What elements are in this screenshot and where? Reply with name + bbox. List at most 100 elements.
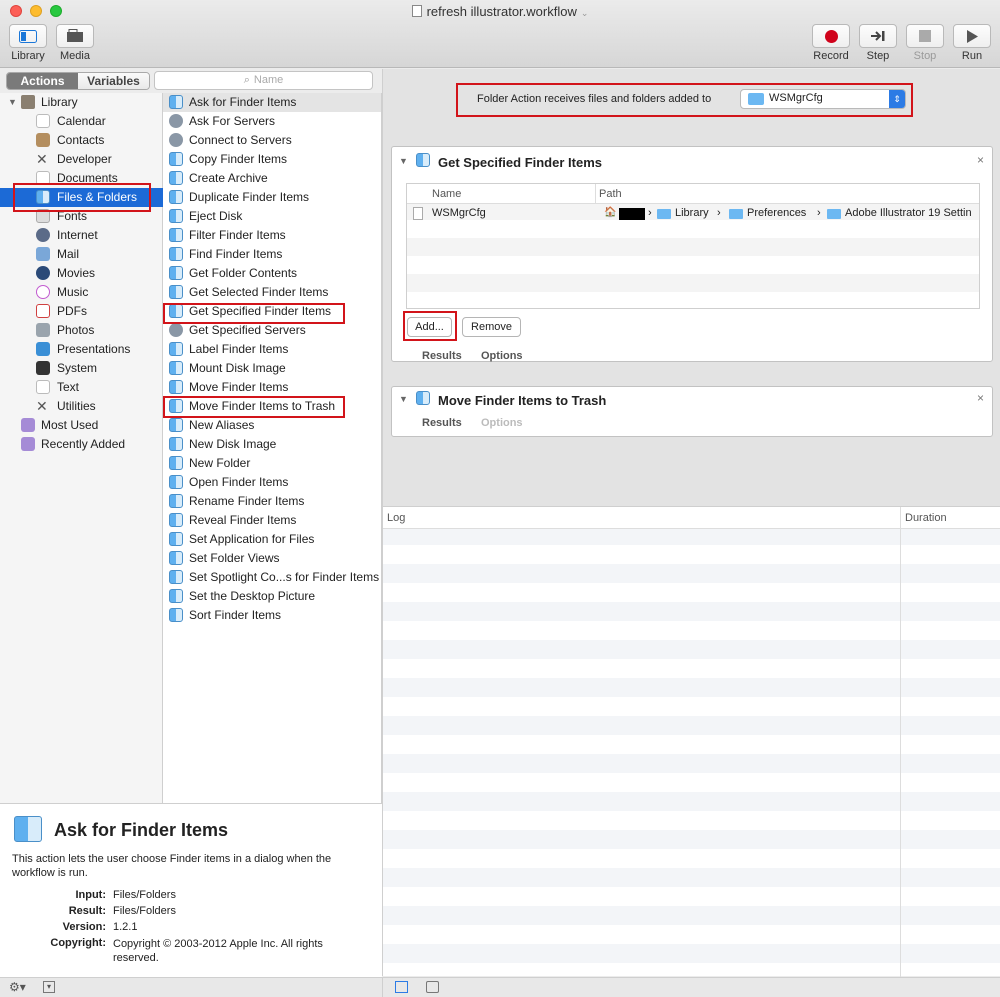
action-item[interactable]: Set the Desktop Picture: [163, 587, 381, 606]
action-item[interactable]: Ask for Finder Items: [163, 93, 381, 112]
step-button[interactable]: [859, 24, 897, 48]
finder-icon: [169, 589, 183, 603]
tab-actions[interactable]: Actions: [7, 73, 78, 89]
highlight-box: [163, 303, 345, 324]
sidebar-item-presentations[interactable]: Presentations: [0, 340, 163, 359]
action-card-get-specified-finder-items: ▼ Get Specified Finder Items × Name Path…: [391, 146, 993, 362]
finder-icon: [169, 456, 183, 470]
action-item[interactable]: Mount Disk Image: [163, 359, 381, 378]
library-toggle-button[interactable]: [9, 24, 47, 48]
action-item[interactable]: New Folder: [163, 454, 381, 473]
text-icon: [36, 380, 50, 394]
result-label: Result:: [68, 905, 106, 917]
smart-folder-icon: [21, 437, 35, 451]
action-item[interactable]: Sort Finder Items: [163, 606, 381, 625]
sidebar-item-calendar[interactable]: Calendar: [0, 112, 163, 131]
card-title: Get Specified Finder Items: [438, 155, 602, 170]
sidebar-item-photos[interactable]: Photos: [0, 321, 163, 340]
action-item[interactable]: Filter Finder Items: [163, 226, 381, 245]
split-view-icon[interactable]: [426, 981, 439, 993]
file-icon: [413, 207, 423, 220]
sidebar-item-movies[interactable]: Movies: [0, 264, 163, 283]
action-item[interactable]: Create Archive: [163, 169, 381, 188]
remove-button[interactable]: Remove: [462, 317, 521, 337]
sidebar-item-internet[interactable]: Internet: [0, 226, 163, 245]
record-button[interactable]: [812, 24, 850, 48]
tab-variables[interactable]: Variables: [78, 73, 149, 89]
stop-button[interactable]: [906, 24, 944, 48]
workflow-bottom-bar: [382, 977, 1000, 997]
library-bottom-bar: ⚙▾ ▾: [0, 977, 382, 997]
action-item[interactable]: Get Folder Contents: [163, 264, 381, 283]
library-header: Actions Variables ⌕ Name: [0, 69, 382, 93]
list-view-icon[interactable]: [395, 981, 408, 993]
folder-action-popup[interactable]: WSMgrCfg ⇕: [740, 89, 906, 109]
action-item[interactable]: Set Folder Views: [163, 549, 381, 568]
sidebar-item-utilities[interactable]: ✕ Utilities: [0, 397, 163, 416]
description-body: This action lets the user choose Finder …: [12, 853, 332, 879]
sidebar-item-contacts[interactable]: Contacts: [0, 131, 163, 150]
action-item[interactable]: Set Application for Files: [163, 530, 381, 549]
action-item[interactable]: Get Selected Finder Items: [163, 283, 381, 302]
sidebar-item-pdfs[interactable]: PDFs: [0, 302, 163, 321]
copyright-label: Copyright:: [50, 937, 106, 949]
close-icon[interactable]: ×: [977, 391, 984, 405]
results-tab[interactable]: Results: [422, 350, 462, 362]
input-label: Input:: [75, 889, 106, 901]
sidebar-item-system[interactable]: System: [0, 359, 163, 378]
window-title[interactable]: refresh illustrator.workflow ⌄: [0, 4, 1000, 19]
finder-icon: [169, 209, 183, 223]
close-icon[interactable]: ×: [977, 153, 984, 167]
action-item[interactable]: Duplicate Finder Items: [163, 188, 381, 207]
mail-icon: [36, 247, 50, 261]
options-tab[interactable]: Options: [481, 350, 523, 362]
action-description-pane: Ask for Finder Items This action lets th…: [0, 803, 382, 977]
action-item[interactable]: Reveal Finder Items: [163, 511, 381, 530]
finder-icon: [169, 342, 183, 356]
table-row[interactable]: WSMgrCfg 🏠 › Library › Preferences › Ado…: [407, 205, 979, 223]
options-tab[interactable]: Options: [481, 417, 523, 429]
sidebar-item-text[interactable]: Text: [0, 378, 163, 397]
finder-icon: [169, 247, 183, 261]
sidebar-item-developer[interactable]: ✕ Developer: [0, 150, 163, 169]
action-item[interactable]: Move Finder Items: [163, 378, 381, 397]
collapse-triangle-icon[interactable]: ▼: [399, 156, 408, 166]
sidebar-item-most-used[interactable]: Most Used: [0, 416, 163, 435]
search-input[interactable]: ⌕ Name: [154, 71, 373, 90]
folder-icon: [657, 209, 671, 219]
disclosure-triangle-icon[interactable]: ▼: [8, 93, 17, 112]
step-icon: [871, 31, 885, 41]
path-separator-icon: ›: [648, 207, 652, 219]
highlight-box: [13, 183, 151, 212]
action-item[interactable]: Label Finder Items: [163, 340, 381, 359]
input-value: Files/Folders: [113, 889, 176, 901]
workflow-area: Folder Action receives files and folders…: [382, 69, 1000, 506]
version-value: 1.2.1: [113, 921, 138, 933]
sidebar-item-music[interactable]: Music: [0, 283, 163, 302]
collapse-triangle-icon[interactable]: ▼: [399, 394, 408, 404]
run-button[interactable]: [953, 24, 991, 48]
action-item[interactable]: Connect to Servers: [163, 131, 381, 150]
action-item[interactable]: Rename Finder Items: [163, 492, 381, 511]
action-item[interactable]: New Aliases: [163, 416, 381, 435]
action-item[interactable]: Ask For Servers: [163, 112, 381, 131]
action-item[interactable]: New Disk Image: [163, 435, 381, 454]
description-toggle-icon[interactable]: ▾: [43, 981, 55, 993]
action-item[interactable]: Set Spotlight Co...s for Finder Items: [163, 568, 381, 587]
action-item[interactable]: Copy Finder Items: [163, 150, 381, 169]
library-segmented-control: Actions Variables: [6, 72, 150, 90]
highlight-box: [163, 396, 345, 418]
gear-icon[interactable]: ⚙▾: [9, 980, 26, 994]
sidebar-item-mail[interactable]: Mail: [0, 245, 163, 264]
column-divider: [595, 184, 596, 204]
action-item[interactable]: Find Finder Items: [163, 245, 381, 264]
calendar-icon: [36, 114, 50, 128]
sidebar-item-recently-added[interactable]: Recently Added: [0, 435, 163, 454]
action-item[interactable]: Eject Disk: [163, 207, 381, 226]
results-tab[interactable]: Results: [422, 417, 462, 429]
media-button[interactable]: [56, 24, 94, 48]
folder-icon: [827, 209, 841, 219]
action-item[interactable]: Open Finder Items: [163, 473, 381, 492]
library-root-item[interactable]: ▼ Library: [0, 93, 163, 112]
run-label: Run: [961, 50, 983, 62]
